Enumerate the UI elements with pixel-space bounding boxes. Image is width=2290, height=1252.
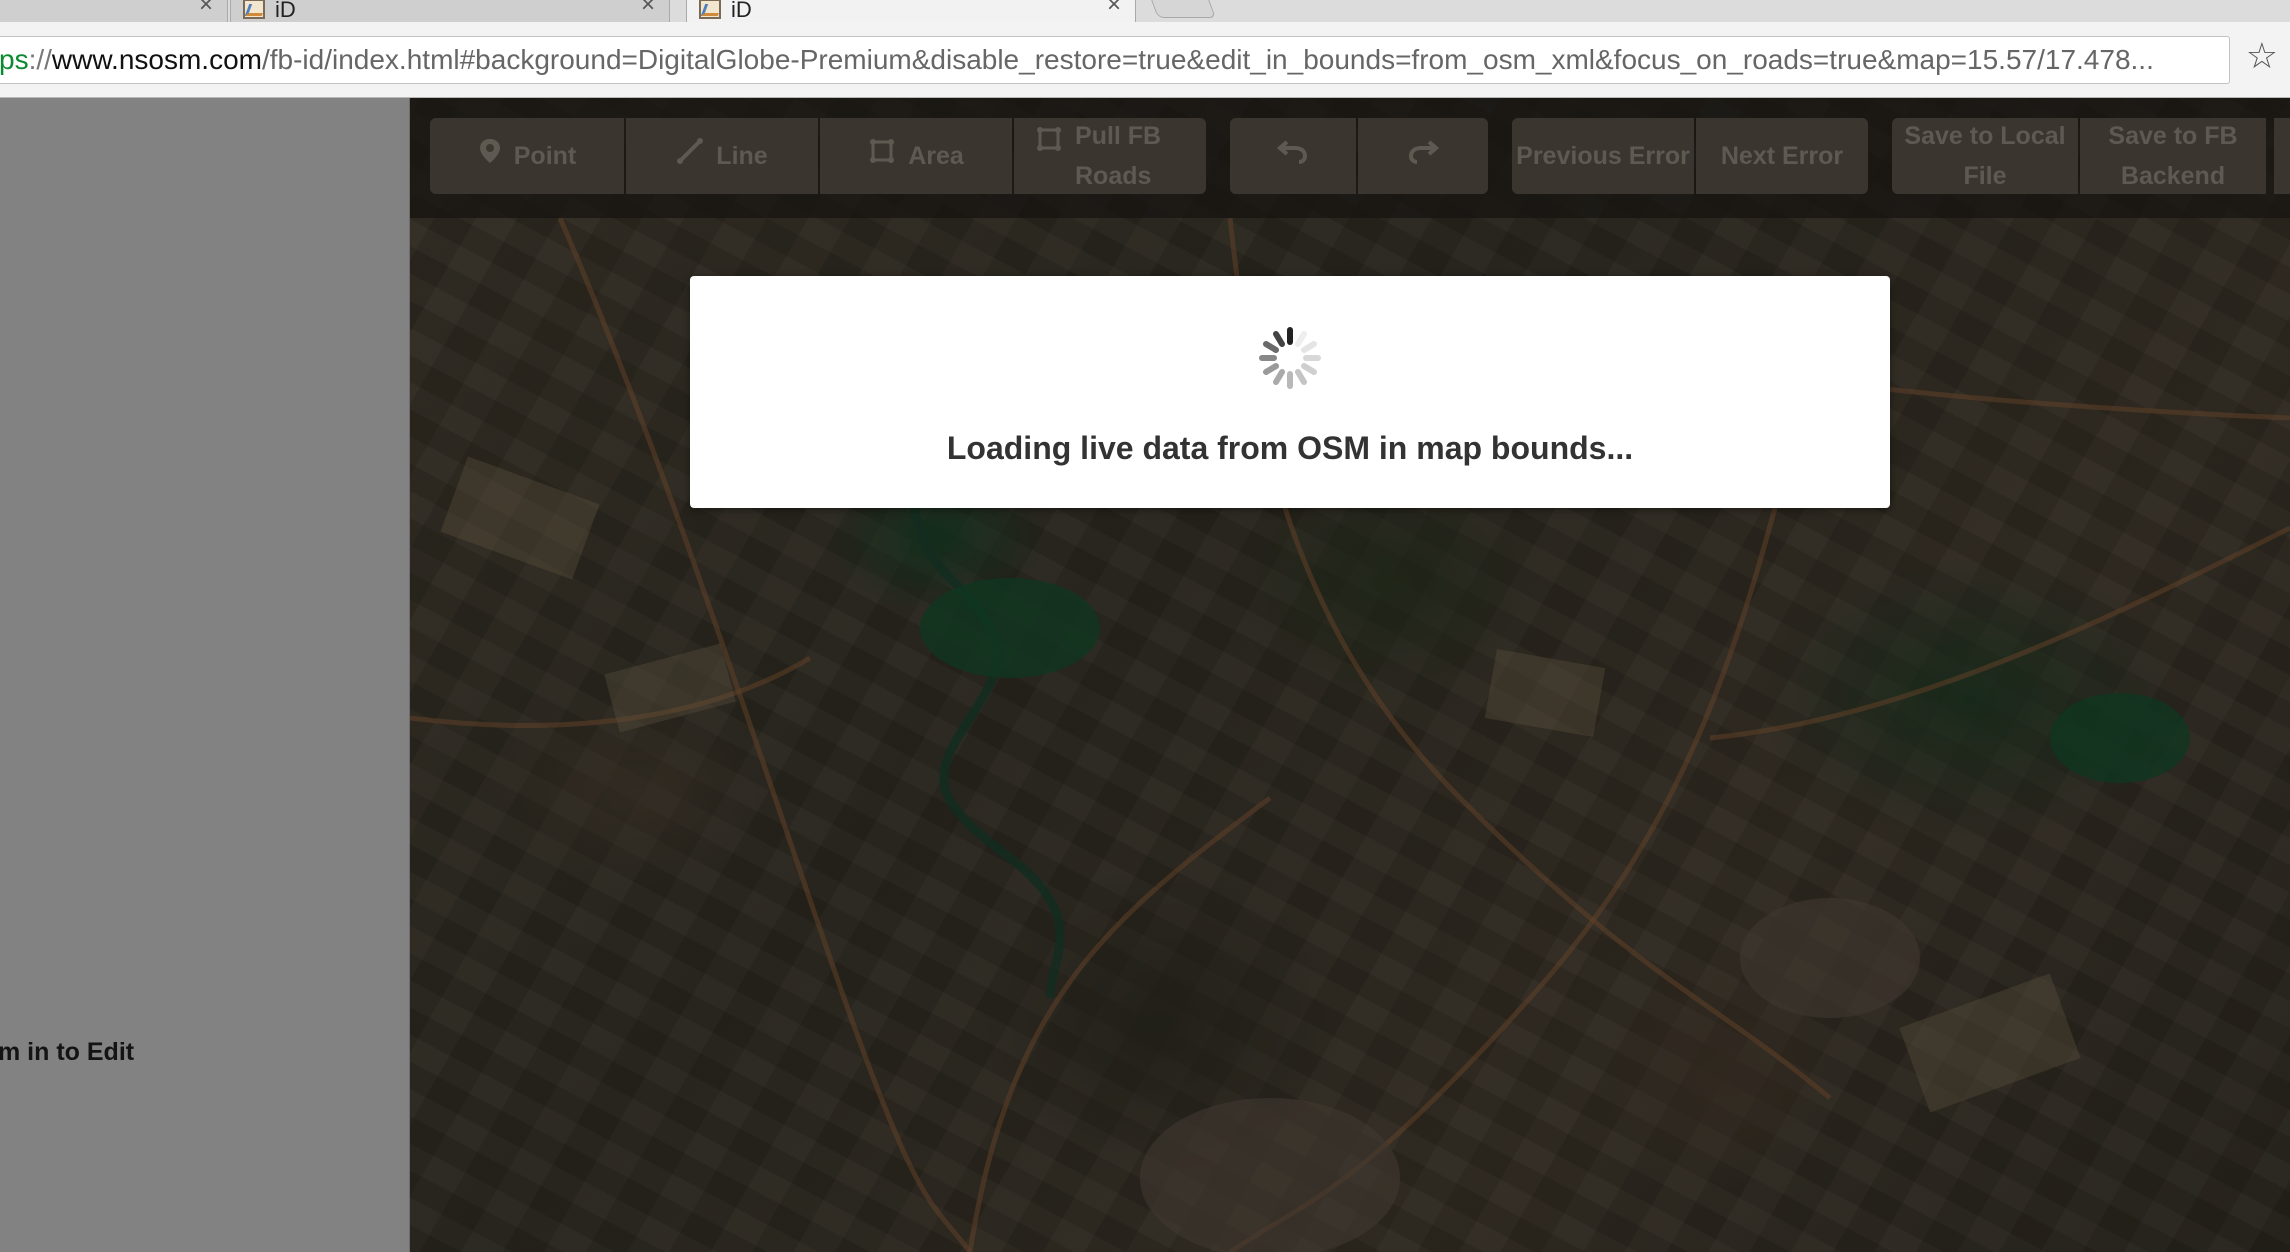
address-bar[interactable]: ps://www.nsosm.com/fb-id/index.html#back… xyxy=(0,36,2230,84)
save-local-file-button[interactable]: Save to Local File xyxy=(1892,118,2078,194)
save-local-label-line2: File xyxy=(1963,162,2007,190)
save-fb-label-line1: Save to FB xyxy=(2108,122,2238,150)
previous-error-button[interactable]: Previous Error xyxy=(1512,118,1694,194)
tab-id-1[interactable]: iD × xyxy=(230,0,670,22)
url-separator: :// xyxy=(28,44,52,75)
browser-toolbar: ps://www.nsosm.com/fb-id/index.html#back… xyxy=(0,22,2290,98)
marker-icon xyxy=(478,136,502,176)
editor-top-bar: Point Line Area Pull FB Roads Previous E… xyxy=(410,98,2290,218)
toolbar-overflow-button[interactable] xyxy=(2274,118,2290,194)
satellite-map[interactable] xyxy=(410,98,2290,1252)
redo-button[interactable] xyxy=(1358,118,1488,194)
undo-icon xyxy=(1276,136,1309,176)
url-host: www.nsosm.com xyxy=(51,44,262,75)
save-fb-label-line2: Backend xyxy=(2120,162,2226,190)
loading-modal: Loading live data from OSM in map bounds… xyxy=(690,276,1890,508)
add-area-button[interactable]: Area xyxy=(820,118,1012,194)
area-icon xyxy=(1035,124,1063,164)
pull-fb-roads-label: Pull FB Roads xyxy=(1075,122,1162,190)
tab-previous[interactable]: × xyxy=(0,0,228,22)
url-scheme: ps xyxy=(0,44,29,75)
tab-title: iD xyxy=(275,0,296,22)
area-label: Area xyxy=(908,142,964,170)
sidebar: m in to Edit xyxy=(0,98,410,1252)
tab-id-2-active[interactable]: iD × xyxy=(686,0,1136,22)
tab-strip: × iD × iD × xyxy=(0,0,2290,22)
star-icon[interactable]: ☆ xyxy=(2246,38,2278,74)
close-icon[interactable]: × xyxy=(199,0,213,17)
next-error-button[interactable]: Next Error xyxy=(1696,118,1868,194)
tab-title: iD xyxy=(731,0,752,22)
redo-icon xyxy=(1407,136,1440,176)
new-tab-button[interactable] xyxy=(1146,0,1216,18)
favicon-icon xyxy=(699,0,721,19)
add-point-button[interactable]: Point xyxy=(430,118,624,194)
save-local-label-line1: Save to Local xyxy=(1904,122,2066,150)
save-fb-backend-button[interactable]: Save to FB Backend xyxy=(2080,118,2266,194)
area-icon xyxy=(868,136,896,176)
line-icon xyxy=(676,136,704,176)
map-dim-overlay xyxy=(410,98,2290,1252)
add-line-button[interactable]: Line xyxy=(626,118,818,194)
next-error-label: Next Error xyxy=(1720,142,1844,170)
undo-button[interactable] xyxy=(1230,118,1356,194)
previous-error-label: Previous Error xyxy=(1516,142,1690,170)
loading-spinner-icon xyxy=(1259,327,1321,389)
point-label: Point xyxy=(513,142,577,170)
pull-fb-roads-button[interactable]: Pull FB Roads xyxy=(1014,118,1206,194)
close-icon[interactable]: × xyxy=(641,0,655,17)
favicon-icon xyxy=(243,0,265,19)
id-editor: m in to Edit Point Line Area Pull FB Roa… xyxy=(0,98,2290,1252)
url-path: /fb-id/index.html#background=DigitalGlob… xyxy=(261,44,2154,75)
close-icon[interactable]: × xyxy=(1107,0,1121,17)
line-label: Line xyxy=(716,142,768,170)
loading-message: Loading live data from OSM in map bounds… xyxy=(946,430,1634,466)
zoom-to-edit-hint[interactable]: m in to Edit xyxy=(0,1038,134,1067)
